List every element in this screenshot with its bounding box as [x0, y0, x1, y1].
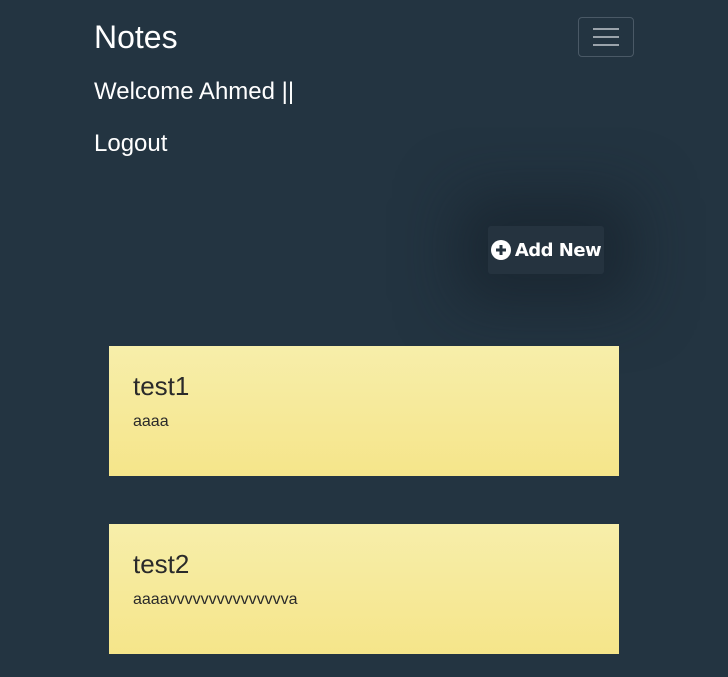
note-body: aaaa — [133, 413, 169, 430]
navbar-brand[interactable]: Notes — [94, 18, 178, 56]
logout-link[interactable]: Logout — [94, 130, 167, 158]
add-new-button[interactable]: Add New — [488, 226, 604, 274]
note-title: test1 — [133, 371, 190, 401]
welcome-text: Welcome Ahmed || — [94, 78, 295, 105]
hamburger-menu-icon — [593, 28, 619, 46]
add-new-label: Add New — [514, 239, 602, 261]
page: Notes Welcome Ahmed || Logout Add New te… — [0, 0, 728, 677]
plus-circle-icon — [490, 240, 511, 260]
navbar-toggler-button[interactable] — [578, 17, 634, 57]
note-card[interactable]: test2 aaaavvvvvvvvvvvvvvva — [109, 524, 619, 654]
note-title: test2 — [133, 549, 190, 579]
note-body: aaaavvvvvvvvvvvvvvva — [133, 591, 298, 608]
note-card[interactable]: test1 aaaa — [109, 346, 619, 476]
